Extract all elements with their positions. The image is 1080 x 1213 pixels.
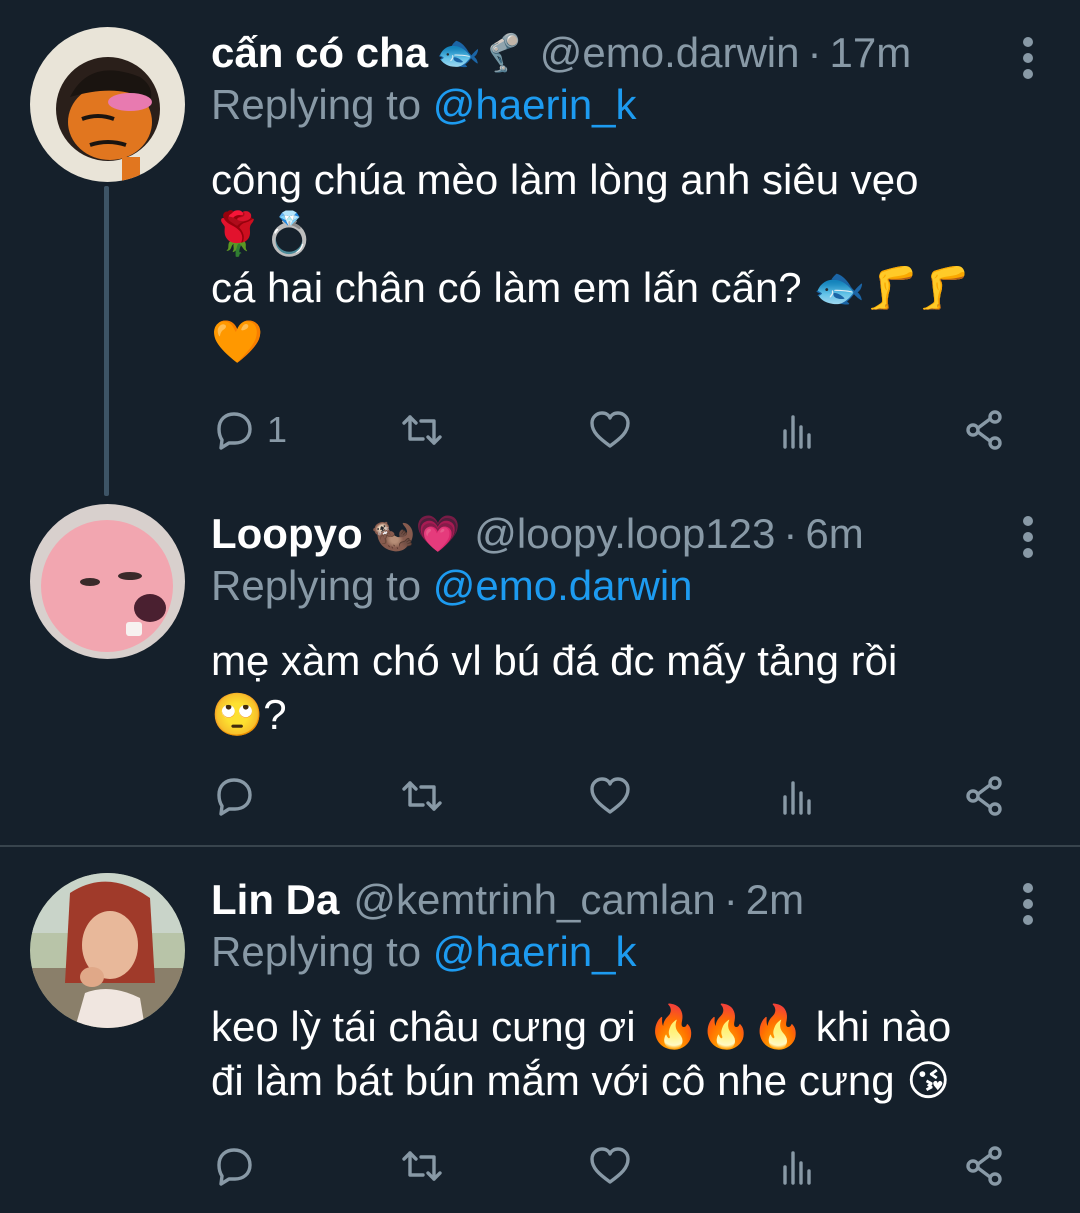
retweet-button[interactable] [399,400,445,460]
name-emoji: 🐟🦿 [436,33,526,74]
analytics-icon [783,1151,811,1185]
replying-prefix: Replying to [211,562,422,609]
share-button[interactable] [961,766,1007,826]
reply-button[interactable]: 1 [211,400,287,460]
replying-to: Replying to @haerin_k [211,924,1060,980]
name-emoji: 🦦💗 [370,514,461,555]
tweet-text: keo lỳ tái châu cưng ơi 🔥🔥🔥 khi nào đi l… [211,1000,1060,1108]
share-button[interactable] [961,1136,1007,1196]
retweet-button[interactable] [399,1136,445,1196]
like-icon [590,411,630,448]
avatar[interactable] [30,873,185,1028]
share-icon [966,776,1002,816]
analytics-button[interactable] [775,400,821,460]
tweet-text: công chúa mèo làm lòng anh siêu vẹo 🌹💍 c… [211,153,1060,369]
tweet[interactable]: cấn có cha 🐟🦿 @emo.darwin · 17m Replying… [0,0,1080,496]
handle[interactable]: @kemtrinh_camlan [353,876,715,924]
separator: · [807,29,822,76]
tweet[interactable]: Loopyo 🦦💗 @loopy.loop123 · 6m Replying t… [0,480,1080,845]
reply-count: 1 [267,409,288,450]
replying-prefix: Replying to [211,81,422,128]
replying-prefix: Replying to [211,928,422,975]
tweet-line: mẹ xàm chó vl bú đá đc mấy tảng rồi [211,637,898,684]
reply-button[interactable] [211,766,257,826]
more-icon[interactable] [1022,516,1034,558]
display-name[interactable]: cấn có cha [211,29,428,77]
timestamp[interactable]: 6m [805,510,863,558]
share-icon [966,1146,1002,1186]
reply-button[interactable] [211,1136,257,1196]
tweet-line: công chúa mèo làm lòng anh siêu vẹo [211,156,919,203]
analytics-button[interactable] [775,766,821,826]
replying-to: Replying to @haerin_k [211,77,1060,133]
mention-link[interactable]: @haerin_k [433,928,637,975]
tweet-line: cá hai chân có làm em lấn cấn? 🐟🦵🦵 [211,264,971,311]
analytics-icon [783,415,811,449]
like-icon [590,1147,630,1184]
display-name[interactable]: Loopyo [211,510,363,558]
retweet-button[interactable] [399,766,445,826]
timestamp[interactable]: 17m [830,29,912,77]
like-button[interactable] [587,400,633,460]
handle[interactable]: @loopy.loop123 [474,510,775,558]
tweet-line: 🧡 [211,317,264,366]
retweet-icon [402,781,442,811]
mention-link[interactable]: @haerin_k [433,81,637,128]
thread-line [104,186,109,496]
share-button[interactable] [961,400,1007,460]
avatar[interactable] [30,504,185,659]
timestamp[interactable]: 2m [746,876,804,924]
share-icon [966,410,1002,450]
analytics-icon [783,781,811,815]
analytics-button[interactable] [775,1136,821,1196]
reply-icon [217,412,252,450]
tweet-line: 🙄? [211,691,287,738]
reply-icon [217,1148,252,1186]
separator: · [783,510,798,557]
avatar[interactable] [30,27,185,182]
handle[interactable]: @emo.darwin [540,29,800,77]
tweet-line: keo lỳ tái châu cưng ơi 🔥🔥🔥 khi nào [211,1003,952,1050]
more-icon[interactable] [1022,883,1034,925]
retweet-icon [402,415,442,445]
like-icon [590,777,630,814]
replying-to: Replying to @emo.darwin [211,558,1060,614]
display-name[interactable]: Lin Da [211,876,339,924]
tweet-line: đi làm bát bún mắm với cô nhe cưng 😘 [211,1057,951,1104]
tweet-line: 🌹💍 [211,209,316,258]
mention-link[interactable]: @emo.darwin [433,562,693,609]
more-icon[interactable] [1022,37,1034,79]
retweet-icon [402,1151,442,1181]
like-button[interactable] [587,1136,633,1196]
tweet-text: mẹ xàm chó vl bú đá đc mấy tảng rồi 🙄? [211,634,1060,742]
like-button[interactable] [587,766,633,826]
tweet[interactable]: Lin Da @kemtrinh_camlan · 2m Replying to… [0,847,1080,1213]
reply-icon [217,778,252,816]
separator: · [723,876,738,923]
